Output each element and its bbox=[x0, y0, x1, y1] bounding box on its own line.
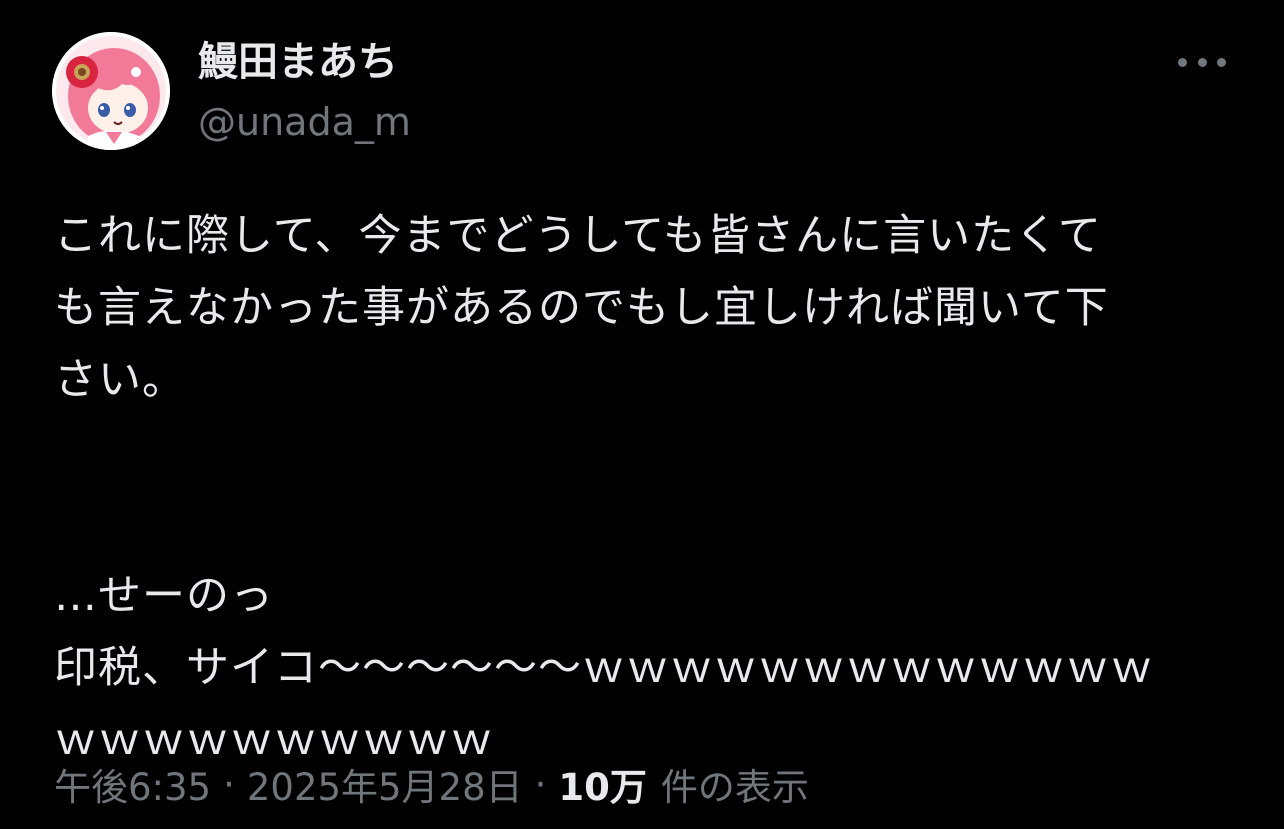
more-options-button[interactable] bbox=[1178, 48, 1226, 76]
tweet-text-line: さい。 bbox=[54, 355, 186, 405]
avatar[interactable] bbox=[52, 32, 170, 150]
tweet-text: これに際して、今までどうしても皆さんに言いたくて も言えなかった事があるのでもし… bbox=[54, 200, 1234, 776]
tweet: 鰻田まあち @unada_m これに際して、今までどうしても皆さんに言いたくて … bbox=[0, 0, 1284, 829]
meta-separator: · bbox=[534, 762, 547, 806]
tweet-time[interactable]: 午後6:35 bbox=[54, 757, 211, 811]
author-names: 鰻田まあち @unada_m bbox=[198, 38, 411, 144]
tweet-text-line: …せーのっ bbox=[54, 571, 274, 621]
meta-separator: · bbox=[223, 762, 235, 806]
tweet-text-line: も言えなかった事があるのでもし宜しければ聞いて下 bbox=[54, 283, 1109, 333]
author-handle[interactable]: @unada_m bbox=[198, 100, 411, 144]
tweet-meta: 午後6:35 · 2025年5月28日 · 10万 件の表示 bbox=[54, 756, 809, 812]
tweet-date[interactable]: 2025年5月28日 bbox=[247, 757, 523, 811]
tweet-header: 鰻田まあち @unada_m bbox=[52, 32, 1232, 152]
author-display-name[interactable]: 鰻田まあち bbox=[198, 38, 411, 86]
tweet-text-line: これに際して、今までどうしても皆さんに言いたくて bbox=[54, 211, 1102, 261]
views-label[interactable]: 件の表示 bbox=[661, 757, 809, 811]
more-horizontal-icon bbox=[1178, 57, 1187, 67]
more-horizontal-icon-dot bbox=[1197, 57, 1207, 67]
avatar-illustration bbox=[52, 32, 170, 150]
tweet-text-line: 印税、サイコ〜〜〜〜〜〜ｗｗｗｗｗｗｗｗｗｗｗｗｗ bbox=[54, 643, 1154, 693]
more-horizontal-icon-dot bbox=[1217, 57, 1226, 67]
views-count[interactable]: 10万 bbox=[558, 757, 647, 811]
